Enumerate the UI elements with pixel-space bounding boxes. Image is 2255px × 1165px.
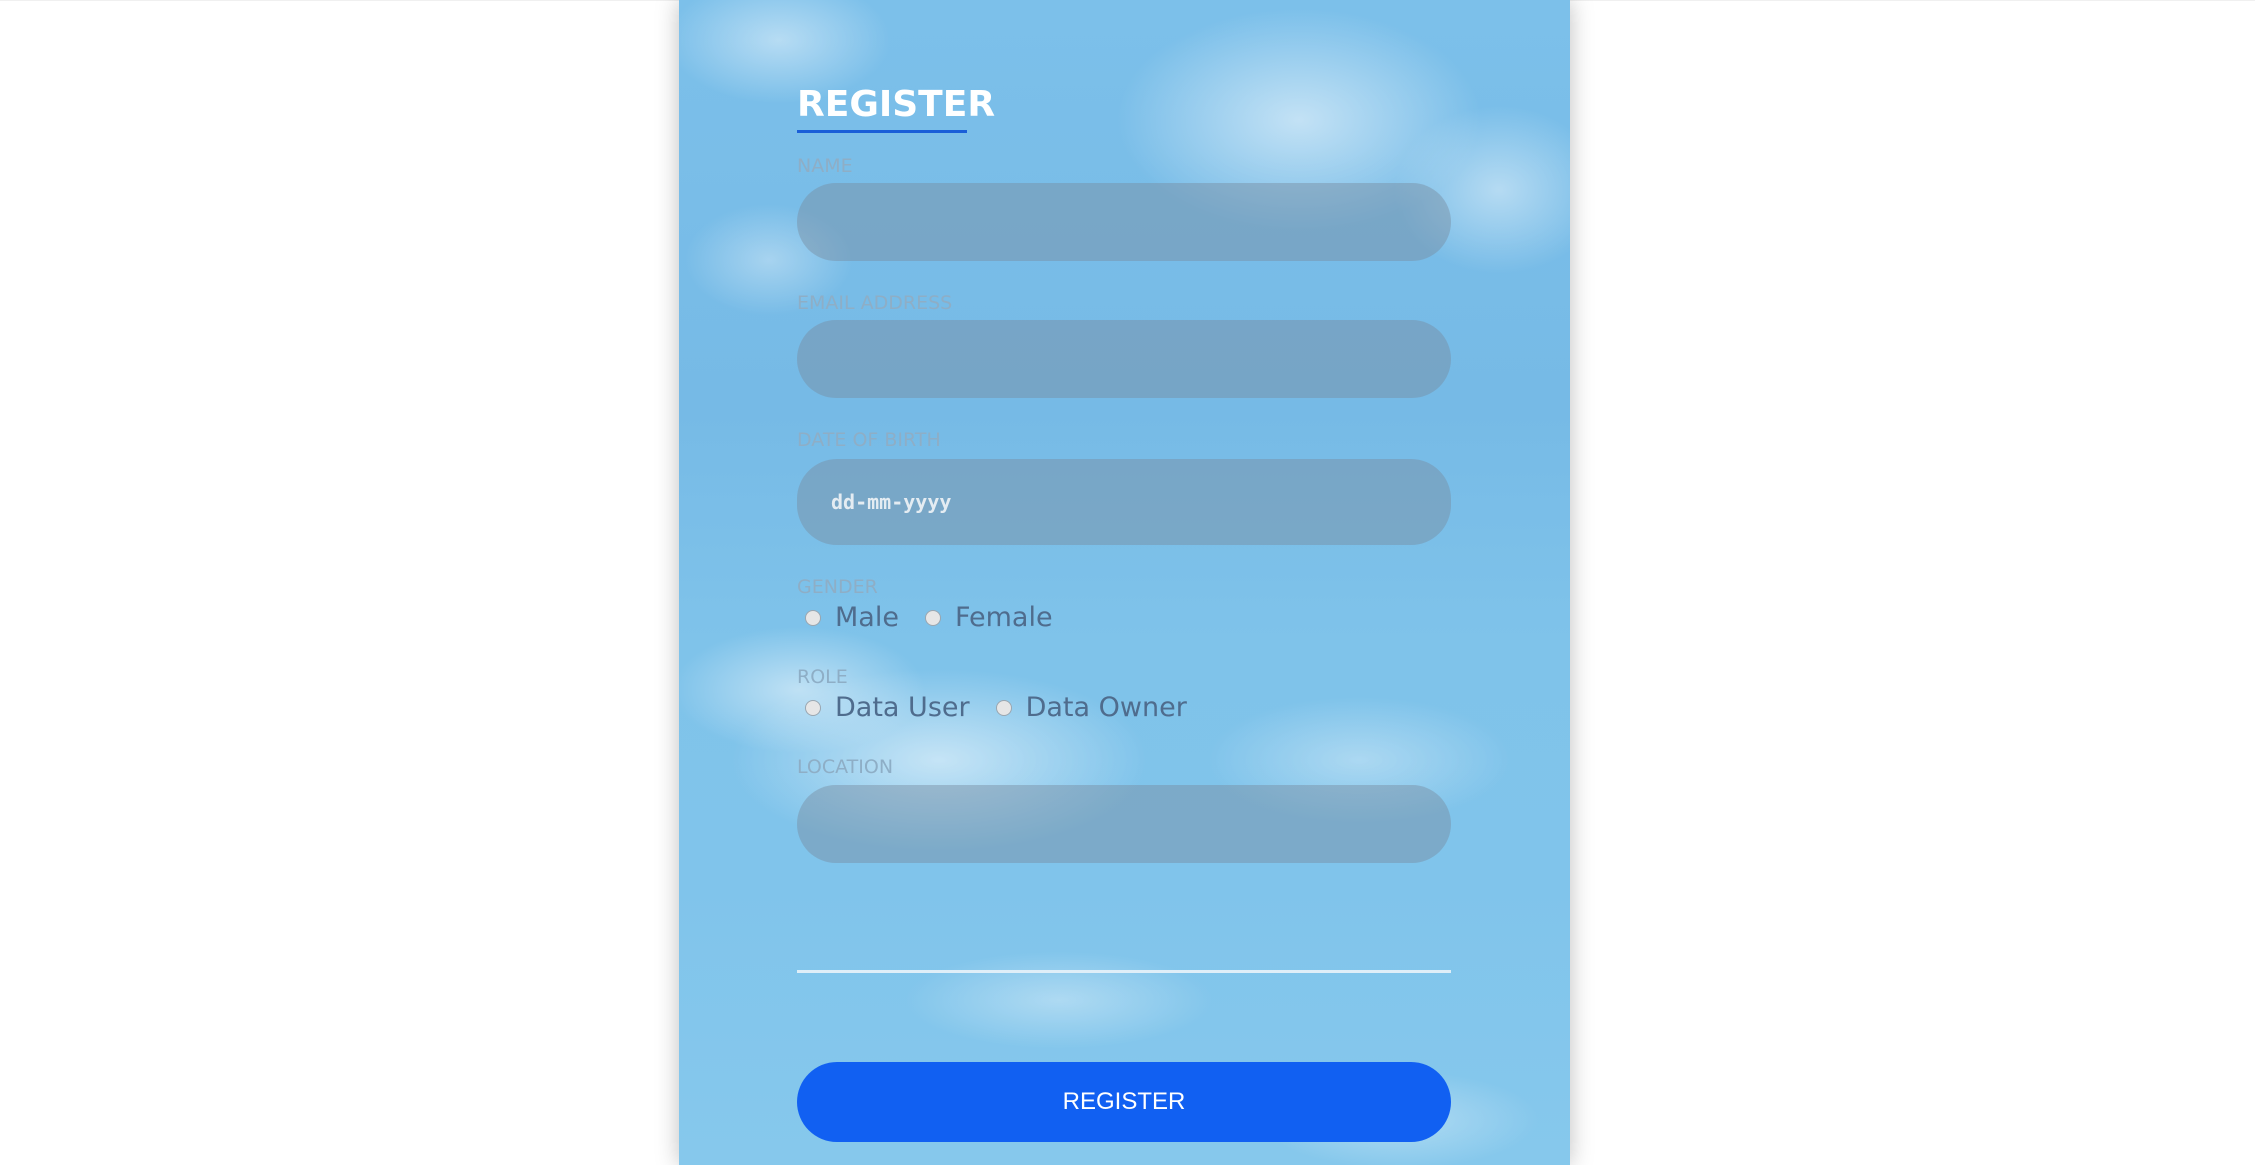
dob-placeholder: dd-mm-yyyy [831,490,952,514]
gender-options: Male Female [797,602,1079,633]
role-data-user-label[interactable]: Data User [835,692,970,723]
name-input[interactable] [797,183,1451,261]
name-label: NAME [797,155,853,177]
gender-female-label[interactable]: Female [955,602,1053,633]
form-divider [797,970,1451,973]
gender-male-label[interactable]: Male [835,602,899,633]
role-label: ROLE [797,666,848,688]
dob-label: DATE OF BIRTH [797,429,941,451]
email-label: EMAIL ADDRESS [797,292,953,314]
register-button[interactable]: REGISTER [797,1062,1451,1142]
dob-input[interactable]: dd-mm-yyyy [797,459,1451,545]
gender-label: GENDER [797,576,878,598]
title-underline [797,130,967,133]
role-data-owner-label[interactable]: Data Owner [1026,692,1187,723]
gender-male-radio[interactable] [805,609,821,626]
role-data-owner-radio[interactable] [995,699,1012,716]
form-title: REGISTER [797,84,996,125]
role-options: Data User Data Owner [797,692,1213,723]
email-input[interactable] [797,320,1451,398]
role-data-user-radio[interactable] [805,699,821,716]
gender-female-radio[interactable] [924,609,941,626]
register-card: REGISTER NAME EMAIL ADDRESS DATE OF BIRT… [679,0,1570,1165]
location-label: LOCATION [797,756,894,778]
location-input[interactable] [797,785,1451,863]
